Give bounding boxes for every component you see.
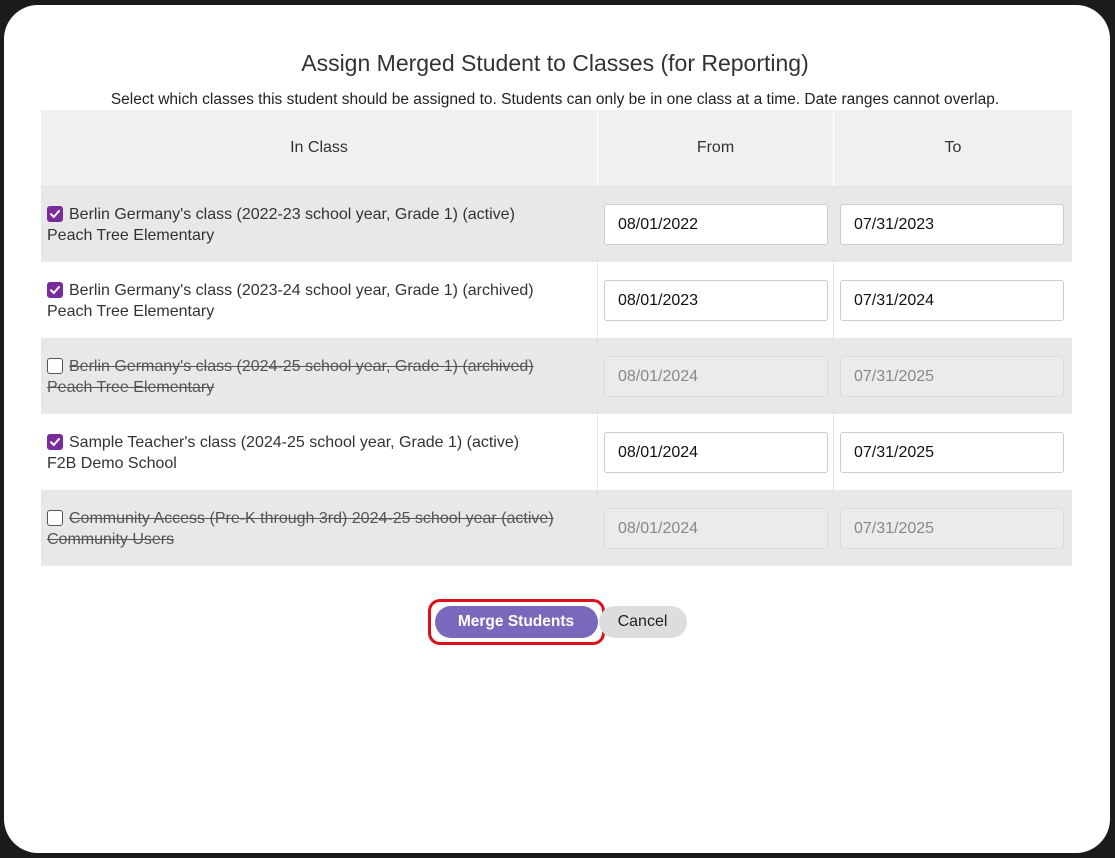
to-date-input — [840, 356, 1064, 397]
class-checkbox[interactable] — [47, 282, 63, 298]
class-name: Berlin Germany's class (2024-25 school y… — [69, 357, 534, 375]
from-date-input — [604, 356, 828, 397]
table-header: In Class From To — [41, 110, 1072, 187]
class-cell: Berlin Germany's class (2024-25 school y… — [41, 339, 598, 414]
to-date-input[interactable] — [840, 204, 1064, 245]
from-date-input[interactable] — [604, 432, 828, 473]
class-name: Community Access (Pre-K through 3rd) 202… — [69, 509, 554, 527]
table-row: Berlin Germany's class (2023-24 school y… — [41, 263, 1072, 339]
merge-student-dialog: Assign Merged Student to Classes (for Re… — [4, 5, 1110, 853]
from-cell — [598, 263, 834, 338]
table-row: Sample Teacher's class (2024-25 school y… — [41, 415, 1072, 491]
school-name: Peach Tree Elementary — [47, 302, 215, 320]
to-cell — [834, 187, 1072, 262]
header-in-class: In Class — [41, 110, 598, 186]
class-name: Berlin Germany's class (2023-24 school y… — [69, 281, 534, 299]
from-cell — [598, 339, 834, 414]
school-name: F2B Demo School — [47, 454, 177, 472]
class-cell: Community Access (Pre-K through 3rd) 202… — [41, 491, 598, 566]
class-checkbox[interactable] — [47, 434, 63, 450]
class-cell: Sample Teacher's class (2024-25 school y… — [41, 415, 598, 490]
class-name: Sample Teacher's class (2024-25 school y… — [69, 433, 520, 451]
from-date-input[interactable] — [604, 204, 828, 245]
table-row: Berlin Germany's class (2024-25 school y… — [41, 339, 1072, 415]
from-date-input[interactable] — [604, 280, 828, 321]
to-date-input[interactable] — [840, 280, 1064, 321]
to-cell — [834, 263, 1072, 338]
dialog-instructions: Select which classes this student should… — [110, 91, 1000, 108]
from-cell — [598, 415, 834, 490]
checkmark-icon — [50, 286, 60, 294]
class-assignment-table: In Class From To Berlin Germany's class … — [41, 110, 1072, 567]
from-date-input — [604, 508, 828, 549]
to-cell — [834, 491, 1072, 566]
dialog-actions: Merge Students Cancel — [4, 599, 1106, 645]
header-from: From — [598, 110, 834, 186]
checkmark-icon — [50, 438, 60, 446]
checkmark-icon — [50, 210, 60, 218]
merge-students-button[interactable]: Merge Students — [434, 606, 598, 638]
header-to: To — [944, 139, 962, 156]
from-cell — [598, 491, 834, 566]
class-checkbox[interactable] — [47, 358, 63, 374]
table-row: Berlin Germany's class (2022-23 school y… — [41, 187, 1072, 263]
class-cell: Berlin Germany's class (2023-24 school y… — [41, 263, 598, 338]
to-cell — [834, 339, 1072, 414]
school-name: Peach Tree Elementary — [47, 226, 215, 244]
to-cell — [834, 415, 1072, 490]
cancel-button[interactable]: Cancel — [598, 606, 687, 638]
merge-button-highlight: Merge Students — [427, 599, 605, 645]
from-cell — [598, 187, 834, 262]
class-name: Berlin Germany's class (2022-23 school y… — [69, 205, 515, 223]
school-name: Peach Tree Elementary — [47, 378, 215, 396]
class-checkbox[interactable] — [47, 206, 63, 222]
to-date-input — [840, 508, 1064, 549]
table-row: Community Access (Pre-K through 3rd) 202… — [41, 491, 1072, 567]
class-checkbox[interactable] — [47, 510, 63, 526]
dialog-title: Assign Merged Student to Classes (for Re… — [301, 50, 809, 76]
school-name: Community Users — [47, 530, 175, 548]
class-cell: Berlin Germany's class (2022-23 school y… — [41, 187, 598, 262]
to-date-input[interactable] — [840, 432, 1064, 473]
